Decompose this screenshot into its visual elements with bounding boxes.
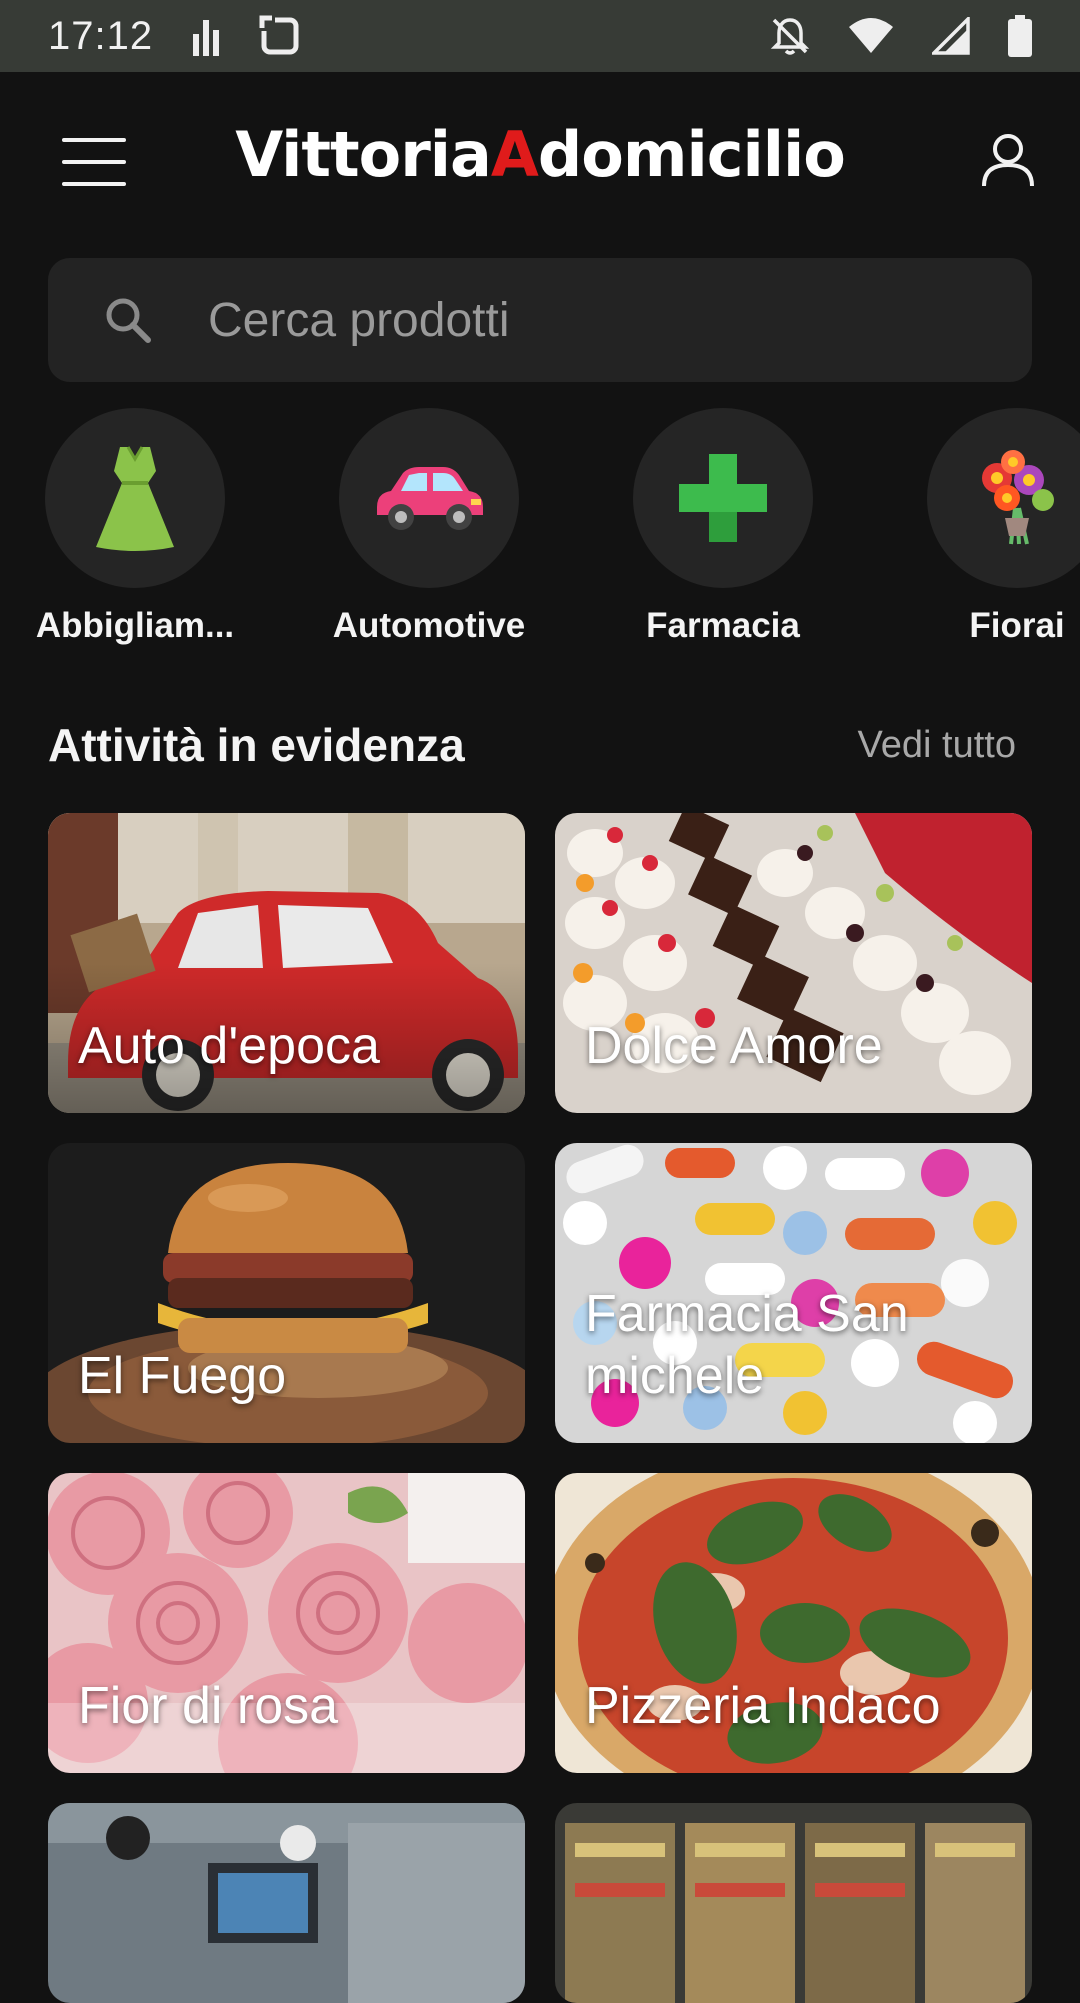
- section-title: Attività in evidenza: [48, 719, 465, 771]
- category-circle: [927, 408, 1080, 588]
- search-icon: [98, 290, 158, 350]
- category-abbigliamento[interactable]: Abbigliam...: [15, 408, 255, 646]
- business-card-partial-right[interactable]: [555, 1803, 1032, 2003]
- see-all-link[interactable]: Vedi tutto: [858, 724, 1016, 767]
- signal-bars-icon: [191, 16, 221, 56]
- status-time: 17:12: [48, 13, 154, 58]
- card-label: Dolce Amore: [585, 1016, 883, 1075]
- business-card-el-fuego[interactable]: El Fuego: [48, 1143, 525, 1443]
- category-circle: [633, 408, 813, 588]
- notifications-off-icon: [770, 16, 810, 56]
- app-logo: VittoriaAdomicilio: [0, 118, 1080, 191]
- screen-rotate-icon: [259, 15, 301, 57]
- logo-text-domicilio: domicilio: [537, 118, 846, 191]
- dress-icon: [96, 446, 174, 551]
- logo-text-a: A: [490, 118, 539, 191]
- category-fiorai[interactable]: Fiorai: [897, 408, 1080, 646]
- battery-icon: [1008, 15, 1032, 57]
- wifi-icon: [848, 17, 894, 55]
- category-label: Abbigliam...: [35, 606, 235, 645]
- category-farmacia[interactable]: Farmacia: [603, 408, 843, 646]
- card-label: Auto d'epoca: [78, 1016, 380, 1075]
- card-label: Farmacia San michele: [585, 1285, 909, 1405]
- cell-signal-icon: [932, 17, 970, 55]
- car-icon: [377, 467, 483, 530]
- card-label: Pizzeria Indaco: [585, 1676, 941, 1735]
- search-input[interactable]: [208, 258, 1032, 382]
- flower-bouquet-icon: [982, 450, 1054, 545]
- business-card-fior-di-rosa[interactable]: Fior di rosa: [48, 1473, 525, 1773]
- category-label: Automotive: [332, 606, 526, 645]
- card-image: [555, 1803, 1032, 2003]
- business-card-partial-left[interactable]: [48, 1803, 525, 2003]
- card-label: El Fuego: [78, 1346, 287, 1405]
- featured-section-header: Attività in evidenza Vedi tutto: [48, 710, 1016, 780]
- category-label: Farmacia: [646, 606, 800, 645]
- business-card-pizzeria-indaco[interactable]: Pizzeria Indaco: [555, 1473, 1032, 1773]
- app-bar: VittoriaAdomicilio: [0, 72, 1080, 252]
- card-label: Fior di rosa: [78, 1676, 339, 1735]
- user-profile-icon[interactable]: [976, 128, 1040, 192]
- category-circle: [339, 408, 519, 588]
- logo-text-vittoria: Vittoria: [235, 118, 492, 191]
- card-image: [48, 1803, 525, 2003]
- pharmacy-cross-icon: [679, 454, 767, 542]
- status-bar: 17:12: [0, 0, 1080, 72]
- category-carousel[interactable]: Abbigliam... Automotive Farmacia Fiorai: [0, 408, 1080, 648]
- business-card-auto-depoca[interactable]: Auto d'epoca: [48, 813, 525, 1113]
- category-automotive[interactable]: Automotive: [309, 408, 549, 646]
- business-card-dolce-amore[interactable]: Dolce Amore: [555, 813, 1032, 1113]
- business-card-farmacia-san-michele[interactable]: Farmacia San michele: [555, 1143, 1032, 1443]
- search-bar[interactable]: [48, 258, 1032, 382]
- category-label: Fiorai: [969, 606, 1065, 645]
- category-circle: [45, 408, 225, 588]
